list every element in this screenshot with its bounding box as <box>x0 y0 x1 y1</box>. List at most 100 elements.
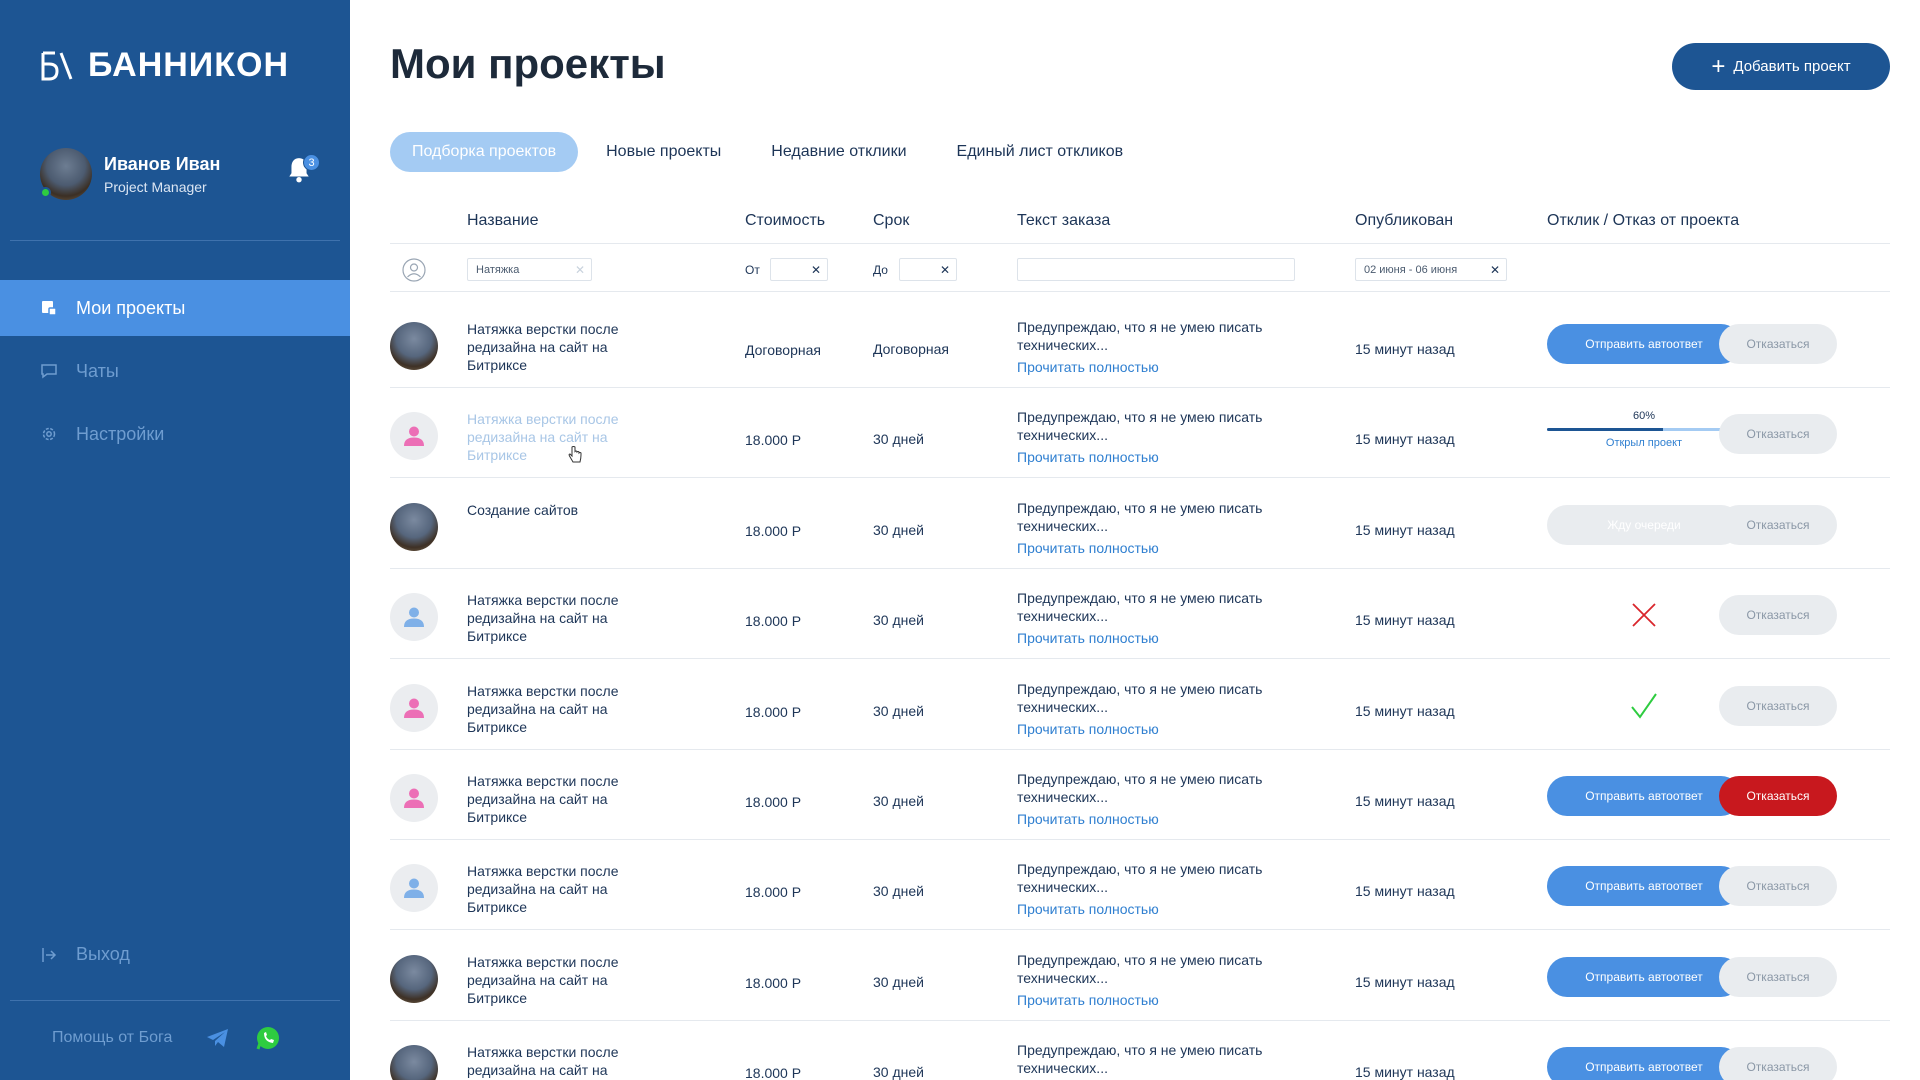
avatar[interactable] <box>390 322 438 370</box>
read-more-link[interactable]: Прочитать полностью <box>1017 448 1317 466</box>
avatar[interactable] <box>390 503 438 551</box>
project-name[interactable]: Натяжка верстки после редизайна на сайт … <box>467 862 657 916</box>
logout-button[interactable]: Выход <box>40 944 130 965</box>
table-row[interactable]: Натяжка верстки после редизайна на сайт … <box>390 750 1890 840</box>
table-row[interactable]: Натяжка верстки после редизайна на сайт … <box>390 660 1890 750</box>
avatar[interactable] <box>390 864 438 912</box>
project-name[interactable]: Натяжка верстки после редизайна на сайт … <box>467 772 657 826</box>
table-row[interactable]: Натяжка верстки после редизайна на сайт … <box>390 388 1890 478</box>
user-name: Иванов Иван <box>104 153 221 174</box>
brand-logo[interactable]: БАННИКОН <box>40 46 289 85</box>
sidebar: БАННИКОН Иванов Иван Project Manager 3 М… <box>0 0 350 1080</box>
order-text-preview: Предупреждаю, что я не умею писать техни… <box>1017 861 1263 895</box>
clear-icon[interactable]: ✕ <box>575 263 585 277</box>
read-more-link[interactable]: Прочитать полностью <box>1017 900 1317 918</box>
refuse-button[interactable]: Отказаться <box>1719 324 1837 364</box>
gear-icon <box>40 425 58 443</box>
date-range-value: 02 июня - 06 июня <box>1364 263 1458 276</box>
whatsapp-icon[interactable] <box>254 1024 282 1052</box>
read-more-link[interactable]: Прочитать полностью <box>1017 991 1317 1009</box>
help-section: Помощь от Бога <box>52 1024 282 1052</box>
published-time: 15 минут назад <box>1355 703 1455 719</box>
send-auto-reply-button[interactable]: Отправить автоответ <box>1547 776 1741 816</box>
tab-new-projects[interactable]: Новые проекты <box>584 132 743 172</box>
projects-icon <box>40 299 58 317</box>
refuse-button[interactable]: Отказаться <box>1719 866 1837 906</box>
project-name[interactable]: Натяжка верстки после редизайна на сайт … <box>467 682 657 736</box>
avatar[interactable] <box>390 774 438 822</box>
project-name[interactable]: Натяжка верстки после редизайна на сайт … <box>467 591 657 645</box>
clear-icon[interactable]: ✕ <box>940 263 950 277</box>
refuse-button[interactable]: Отказаться <box>1719 686 1837 726</box>
read-more-link[interactable]: Прочитать полностью <box>1017 358 1317 376</box>
project-name[interactable]: Натяжка верстки после редизайна на сайт … <box>467 410 657 464</box>
table-row[interactable]: Натяжка верстки после редизайна на сайт … <box>390 1021 1890 1080</box>
column-header-cost[interactable]: Стоимость <box>745 212 825 230</box>
project-name[interactable]: Создание сайтов <box>467 501 657 519</box>
column-header-term[interactable]: Срок <box>873 212 909 230</box>
send-auto-reply-button[interactable]: Отправить автоответ <box>1547 957 1741 997</box>
help-link[interactable]: Помощь от Бога <box>52 1029 172 1047</box>
order-text-preview: Предупреждаю, что я не умею писать техни… <box>1017 1042 1263 1076</box>
table-row[interactable]: Натяжка верстки после редизайна на сайт … <box>390 298 1890 388</box>
tab-project-selection[interactable]: Подборка проектов <box>390 132 579 172</box>
cost-from-input[interactable]: ✕ <box>770 258 828 281</box>
table-row[interactable]: Натяжка верстки после редизайна на сайт … <box>390 569 1890 659</box>
avatar[interactable] <box>390 955 438 1003</box>
user-filter-icon[interactable] <box>402 258 426 282</box>
table-row[interactable]: Создание сайтов 18.000 Р 30 дней Предупрежд… <box>390 479 1890 569</box>
refuse-button[interactable]: Отказаться <box>1719 595 1837 635</box>
send-auto-reply-button[interactable]: Отправить автоответ <box>1547 866 1741 906</box>
read-more-link[interactable]: Прочитать полностью <box>1017 810 1317 828</box>
order-text-preview: Предупреждаю, что я не умею писать техни… <box>1017 681 1263 715</box>
refuse-button[interactable]: Отказаться <box>1719 957 1837 997</box>
project-name[interactable]: Натяжка верстки после редизайна на сайт … <box>467 320 657 374</box>
avatar[interactable] <box>390 684 438 732</box>
add-project-button[interactable]: + Добавить проект <box>1672 43 1890 90</box>
table-row[interactable]: Натяжка верстки после редизайна на сайт … <box>390 840 1890 930</box>
logo-icon <box>41 51 73 80</box>
telegram-icon[interactable] <box>204 1024 232 1052</box>
project-cost: 18.000 Р <box>745 613 802 629</box>
avatar[interactable] <box>390 593 438 641</box>
refuse-button[interactable]: Отказаться <box>1719 1047 1837 1080</box>
table-row[interactable]: Натяжка верстки после редизайна на сайт … <box>390 931 1890 1021</box>
waiting-queue-button[interactable]: Жду очереди <box>1547 505 1741 545</box>
avatar[interactable] <box>40 148 92 200</box>
project-name[interactable]: Натяжка верстки после редизайна на сайт … <box>467 953 657 1007</box>
read-more-link[interactable]: Прочитать полностью <box>1017 720 1317 738</box>
text-filter-input[interactable] <box>1017 258 1295 281</box>
name-filter-input[interactable]: Натяжка ✕ <box>467 258 592 281</box>
notifications-button[interactable]: 3 <box>286 154 320 190</box>
refuse-button[interactable]: Отказаться <box>1719 505 1837 545</box>
clear-icon[interactable]: ✕ <box>1490 263 1500 277</box>
clear-icon[interactable]: ✕ <box>811 263 821 277</box>
progress-percent: 60% <box>1632 410 1656 422</box>
column-header-text[interactable]: Текст заказа <box>1017 212 1110 230</box>
sidebar-item-my-projects[interactable]: Мои проекты <box>0 280 350 336</box>
column-header-name[interactable]: Название <box>467 212 539 230</box>
read-more-link[interactable]: Прочитать полностью <box>1017 539 1317 557</box>
refuse-button[interactable]: Отказаться <box>1719 776 1837 816</box>
project-term: 30 дней <box>873 1064 924 1080</box>
column-header-published[interactable]: Опубликован <box>1355 212 1453 230</box>
project-cost: 18.000 Р <box>745 975 802 991</box>
avatar[interactable] <box>390 1045 438 1080</box>
refuse-button[interactable]: Отказаться <box>1719 414 1837 454</box>
avatar[interactable] <box>390 412 438 460</box>
tab-responses-sheet[interactable]: Единый лист откликов <box>935 132 1146 172</box>
tab-recent-responses[interactable]: Недавние отклики <box>749 132 928 172</box>
published-time: 15 минут назад <box>1355 974 1455 990</box>
sidebar-item-label: Мои проекты <box>76 297 186 318</box>
date-range-filter[interactable]: 02 июня - 06 июня ✕ <box>1355 258 1507 281</box>
sidebar-item-settings[interactable]: Настройки <box>0 406 350 462</box>
send-auto-reply-button[interactable]: Отправить автоответ <box>1547 324 1741 364</box>
column-header-response[interactable]: Отклик / Отказ от проекта <box>1547 212 1739 230</box>
term-to-input[interactable]: ✕ <box>899 258 957 281</box>
user-profile[interactable]: Иванов Иван Project Manager 3 <box>40 148 320 200</box>
sidebar-item-chats[interactable]: Чаты <box>0 343 350 399</box>
tabs: Подборка проектов Новые проекты Недавние… <box>390 132 1151 172</box>
send-auto-reply-button[interactable]: Отправить автоответ <box>1547 1047 1741 1080</box>
project-name[interactable]: Натяжка верстки после редизайна на сайт … <box>467 1043 657 1080</box>
read-more-link[interactable]: Прочитать полностью <box>1017 629 1317 647</box>
